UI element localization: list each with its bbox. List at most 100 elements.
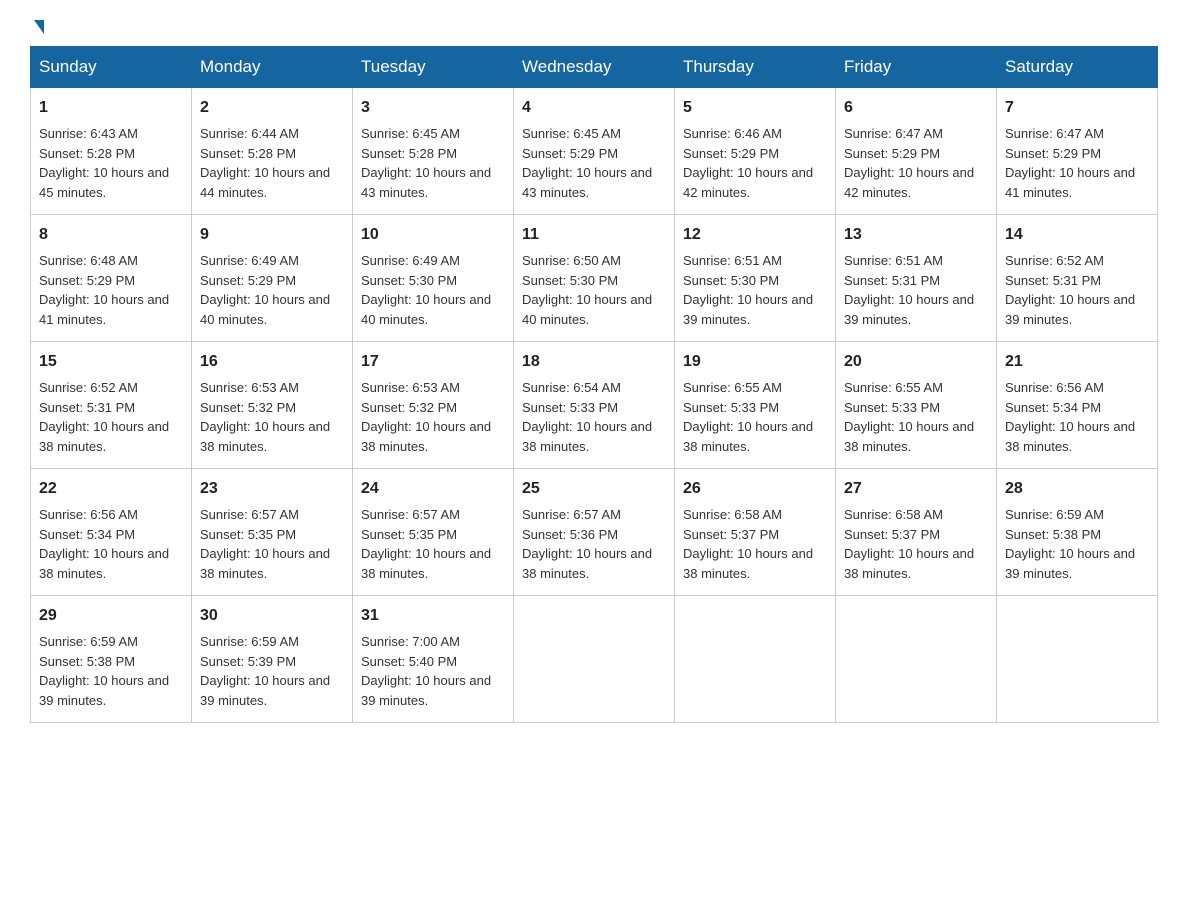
calendar-cell: 1Sunrise: 6:43 AMSunset: 5:28 PMDaylight… <box>31 88 192 215</box>
calendar-cell: 25Sunrise: 6:57 AMSunset: 5:36 PMDayligh… <box>514 469 675 596</box>
header-day-friday: Friday <box>836 47 997 88</box>
day-info: Sunrise: 6:57 AMSunset: 5:36 PMDaylight:… <box>522 507 652 581</box>
day-info: Sunrise: 6:56 AMSunset: 5:34 PMDaylight:… <box>1005 380 1135 454</box>
calendar-cell: 6 Sunrise: 6:47 AMSunset: 5:29 PMDaylight… <box>836 88 997 215</box>
day-number: 15 <box>39 350 183 374</box>
calendar-header: SundayMondayTuesdayWednesdayThursdayFrid… <box>31 47 1158 88</box>
calendar-cell: 20Sunrise: 6:55 AMSunset: 5:33 PMDayligh… <box>836 342 997 469</box>
day-number: 31 <box>361 604 505 628</box>
day-number: 9 <box>200 223 344 247</box>
day-number: 28 <box>1005 477 1149 501</box>
day-info: Sunrise: 6:57 AMSunset: 5:35 PMDaylight:… <box>361 507 491 581</box>
header-day-monday: Monday <box>192 47 353 88</box>
day-info: Sunrise: 6:52 AMSunset: 5:31 PMDaylight:… <box>39 380 169 454</box>
day-info: Sunrise: 6:44 AMSunset: 5:28 PMDaylight:… <box>200 126 330 200</box>
header-day-saturday: Saturday <box>997 47 1158 88</box>
calendar-cell: 2Sunrise: 6:44 AMSunset: 5:28 PMDaylight… <box>192 88 353 215</box>
day-info: Sunrise: 6:46 AMSunset: 5:29 PMDaylight:… <box>683 126 813 200</box>
day-info: Sunrise: 6:56 AMSunset: 5:34 PMDaylight:… <box>39 507 169 581</box>
calendar-cell: 4 Sunrise: 6:45 AMSunset: 5:29 PMDaylight… <box>514 88 675 215</box>
day-number: 6 <box>844 96 988 120</box>
calendar-cell: 17 Sunrise: 6:53 AMSunset: 5:32 PMDayligh… <box>353 342 514 469</box>
calendar-cell: 14 Sunrise: 6:52 AMSunset: 5:31 PMDayligh… <box>997 215 1158 342</box>
day-number: 10 <box>361 223 505 247</box>
day-number: 29 <box>39 604 183 628</box>
calendar-cell: 21 Sunrise: 6:56 AMSunset: 5:34 PMDayligh… <box>997 342 1158 469</box>
calendar-cell: 22 Sunrise: 6:56 AMSunset: 5:34 PMDayligh… <box>31 469 192 596</box>
day-number: 12 <box>683 223 827 247</box>
calendar-cell: 27 Sunrise: 6:58 AMSunset: 5:37 PMDayligh… <box>836 469 997 596</box>
calendar-cell: 11 Sunrise: 6:50 AMSunset: 5:30 PMDayligh… <box>514 215 675 342</box>
day-number: 11 <box>522 223 666 247</box>
calendar-body: 1Sunrise: 6:43 AMSunset: 5:28 PMDaylight… <box>31 88 1158 723</box>
calendar-week-4: 22 Sunrise: 6:56 AMSunset: 5:34 PMDayligh… <box>31 469 1158 596</box>
header-row: SundayMondayTuesdayWednesdayThursdayFrid… <box>31 47 1158 88</box>
day-number: 19 <box>683 350 827 374</box>
day-number: 13 <box>844 223 988 247</box>
day-number: 17 <box>361 350 505 374</box>
calendar-cell: 19Sunrise: 6:55 AMSunset: 5:33 PMDayligh… <box>675 342 836 469</box>
day-info: Sunrise: 6:57 AMSunset: 5:35 PMDaylight:… <box>200 507 330 581</box>
calendar-cell: 24 Sunrise: 6:57 AMSunset: 5:35 PMDayligh… <box>353 469 514 596</box>
day-info: Sunrise: 6:48 AMSunset: 5:29 PMDaylight:… <box>39 253 169 327</box>
day-number: 14 <box>1005 223 1149 247</box>
calendar-cell <box>836 596 997 723</box>
calendar-cell <box>997 596 1158 723</box>
day-number: 26 <box>683 477 827 501</box>
header-day-thursday: Thursday <box>675 47 836 88</box>
calendar-cell: 5 Sunrise: 6:46 AMSunset: 5:29 PMDaylight… <box>675 88 836 215</box>
day-info: Sunrise: 6:49 AMSunset: 5:29 PMDaylight:… <box>200 253 330 327</box>
calendar-cell <box>675 596 836 723</box>
day-number: 21 <box>1005 350 1149 374</box>
calendar-cell: 7 Sunrise: 6:47 AMSunset: 5:29 PMDaylight… <box>997 88 1158 215</box>
day-number: 8 <box>39 223 183 247</box>
day-number: 4 <box>522 96 666 120</box>
day-number: 22 <box>39 477 183 501</box>
logo <box>30 20 44 30</box>
day-info: Sunrise: 6:51 AMSunset: 5:30 PMDaylight:… <box>683 253 813 327</box>
day-number: 1 <box>39 96 183 120</box>
day-info: Sunrise: 6:58 AMSunset: 5:37 PMDaylight:… <box>683 507 813 581</box>
calendar-cell: 26 Sunrise: 6:58 AMSunset: 5:37 PMDayligh… <box>675 469 836 596</box>
calendar-cell: 28Sunrise: 6:59 AMSunset: 5:38 PMDayligh… <box>997 469 1158 596</box>
calendar-cell: 8 Sunrise: 6:48 AMSunset: 5:29 PMDaylight… <box>31 215 192 342</box>
day-info: Sunrise: 6:59 AMSunset: 5:38 PMDaylight:… <box>39 634 169 708</box>
calendar-cell: 3Sunrise: 6:45 AMSunset: 5:28 PMDaylight… <box>353 88 514 215</box>
day-number: 24 <box>361 477 505 501</box>
day-number: 5 <box>683 96 827 120</box>
day-info: Sunrise: 6:53 AMSunset: 5:32 PMDaylight:… <box>361 380 491 454</box>
day-number: 30 <box>200 604 344 628</box>
day-info: Sunrise: 6:49 AMSunset: 5:30 PMDaylight:… <box>361 253 491 327</box>
day-info: Sunrise: 6:47 AMSunset: 5:29 PMDaylight:… <box>844 126 974 200</box>
day-number: 7 <box>1005 96 1149 120</box>
calendar-cell: 12 Sunrise: 6:51 AMSunset: 5:30 PMDayligh… <box>675 215 836 342</box>
calendar-cell: 31 Sunrise: 7:00 AMSunset: 5:40 PMDayligh… <box>353 596 514 723</box>
day-number: 20 <box>844 350 988 374</box>
day-info: Sunrise: 6:58 AMSunset: 5:37 PMDaylight:… <box>844 507 974 581</box>
day-info: Sunrise: 6:52 AMSunset: 5:31 PMDaylight:… <box>1005 253 1135 327</box>
logo-arrow-icon <box>34 20 44 34</box>
day-info: Sunrise: 6:51 AMSunset: 5:31 PMDaylight:… <box>844 253 974 327</box>
day-info: Sunrise: 7:00 AMSunset: 5:40 PMDaylight:… <box>361 634 491 708</box>
day-number: 18 <box>522 350 666 374</box>
day-info: Sunrise: 6:45 AMSunset: 5:29 PMDaylight:… <box>522 126 652 200</box>
day-number: 23 <box>200 477 344 501</box>
day-info: Sunrise: 6:47 AMSunset: 5:29 PMDaylight:… <box>1005 126 1135 200</box>
day-info: Sunrise: 6:45 AMSunset: 5:28 PMDaylight:… <box>361 126 491 200</box>
calendar-cell: 18 Sunrise: 6:54 AMSunset: 5:33 PMDayligh… <box>514 342 675 469</box>
calendar-cell: 15 Sunrise: 6:52 AMSunset: 5:31 PMDayligh… <box>31 342 192 469</box>
calendar-cell <box>514 596 675 723</box>
day-info: Sunrise: 6:50 AMSunset: 5:30 PMDaylight:… <box>522 253 652 327</box>
day-info: Sunrise: 6:59 AMSunset: 5:39 PMDaylight:… <box>200 634 330 708</box>
day-info: Sunrise: 6:54 AMSunset: 5:33 PMDaylight:… <box>522 380 652 454</box>
calendar-week-3: 15 Sunrise: 6:52 AMSunset: 5:31 PMDayligh… <box>31 342 1158 469</box>
calendar-cell: 30 Sunrise: 6:59 AMSunset: 5:39 PMDayligh… <box>192 596 353 723</box>
day-number: 27 <box>844 477 988 501</box>
calendar-week-1: 1Sunrise: 6:43 AMSunset: 5:28 PMDaylight… <box>31 88 1158 215</box>
calendar-cell: 16Sunrise: 6:53 AMSunset: 5:32 PMDayligh… <box>192 342 353 469</box>
header-day-tuesday: Tuesday <box>353 47 514 88</box>
calendar-week-5: 29 Sunrise: 6:59 AMSunset: 5:38 PMDayligh… <box>31 596 1158 723</box>
day-number: 16 <box>200 350 344 374</box>
header-day-wednesday: Wednesday <box>514 47 675 88</box>
calendar-cell: 10 Sunrise: 6:49 AMSunset: 5:30 PMDayligh… <box>353 215 514 342</box>
